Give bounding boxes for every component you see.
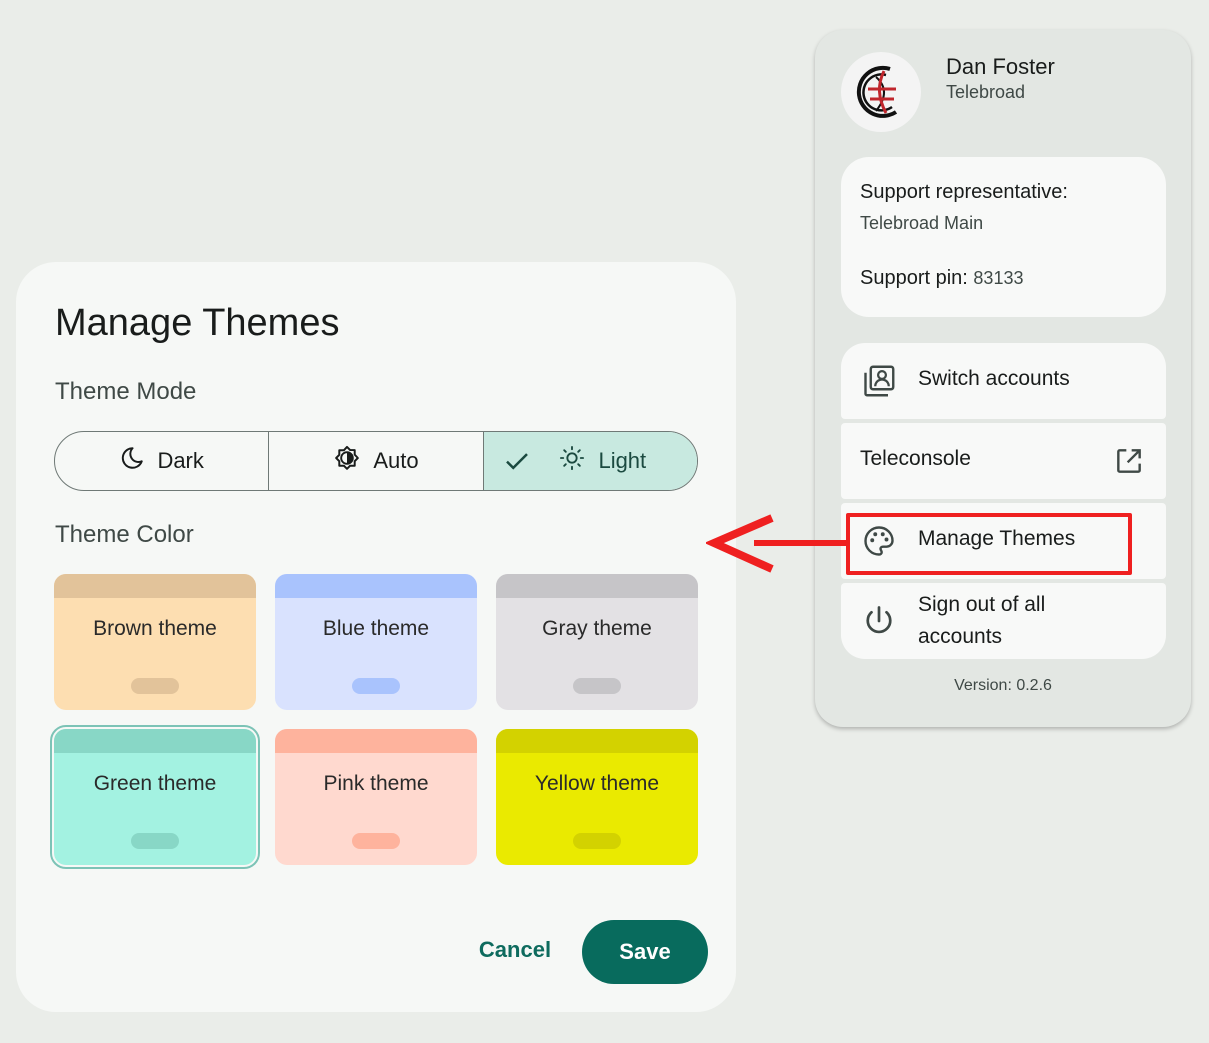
open-in-new-icon xyxy=(1113,445,1145,482)
menu-item-sign-out[interactable]: Sign out of all accounts xyxy=(841,583,1166,659)
cancel-button[interactable]: Cancel xyxy=(462,922,568,978)
theme-tile-blue[interactable]: Blue theme xyxy=(275,574,477,710)
tile-header-bar xyxy=(54,574,256,598)
menu-item-switch-accounts[interactable]: Switch accounts xyxy=(841,343,1166,419)
theme-color-label: Theme Color xyxy=(55,521,194,548)
moon-icon xyxy=(119,445,145,477)
switch-accounts-icon xyxy=(861,363,897,404)
mode-auto-label: Auto xyxy=(373,448,419,473)
support-pin-value: 83133 xyxy=(973,268,1024,288)
mode-light-button[interactable]: Light xyxy=(483,432,697,490)
version-text: Version: 0.2.6 xyxy=(954,677,1052,694)
tile-pill xyxy=(131,678,179,694)
menu-item-label: Sign out of all accounts xyxy=(918,593,1046,648)
mode-dark-label: Dark xyxy=(157,448,204,473)
tile-header-bar xyxy=(275,729,477,753)
save-button[interactable]: Save xyxy=(582,920,708,984)
account-menu: Dan Foster Telebroad Support representat… xyxy=(815,30,1191,727)
tile-pill xyxy=(573,678,621,694)
sun-icon xyxy=(558,444,586,478)
menu-item-label: Switch accounts xyxy=(918,367,1070,390)
tile-pill xyxy=(573,833,621,849)
tile-header-bar xyxy=(496,574,698,598)
theme-name: Yellow theme xyxy=(534,772,660,795)
theme-name: Green theme xyxy=(93,772,217,795)
mode-auto-button[interactable]: Auto xyxy=(269,432,484,490)
theme-tile-gray[interactable]: Gray theme xyxy=(496,574,698,710)
support-rep-label: Support representative: xyxy=(860,181,1068,203)
check-icon xyxy=(502,446,532,482)
theme-name: Blue theme xyxy=(322,617,430,640)
support-pin-row: Support pin: 83133 xyxy=(860,267,1023,290)
support-card: Support representative: Telebroad Main S… xyxy=(841,157,1166,317)
menu-item-label: Teleconsole xyxy=(860,447,971,470)
telebroad-logo-icon xyxy=(846,55,916,130)
user-org: Telebroad xyxy=(946,82,1026,102)
tile-header-bar xyxy=(54,729,256,753)
menu-item-teleconsole[interactable]: Teleconsole xyxy=(841,423,1166,499)
annotation-highlight-box xyxy=(846,513,1132,575)
tile-header-bar xyxy=(496,729,698,753)
brightness-auto-icon xyxy=(333,444,361,478)
theme-name: Gray theme xyxy=(542,617,652,640)
tile-header-bar xyxy=(275,574,477,598)
tile-pill xyxy=(131,833,179,849)
annotation-arrow-icon xyxy=(706,514,850,573)
dialog-title: Manage Themes xyxy=(55,302,340,344)
theme-name: Pink theme xyxy=(323,772,429,795)
theme-name: Brown theme xyxy=(93,617,217,640)
tile-pill xyxy=(352,833,400,849)
theme-tile-yellow[interactable]: Yellow theme xyxy=(496,729,698,865)
avatar[interactable] xyxy=(841,52,921,132)
tile-pill xyxy=(352,678,400,694)
power-icon xyxy=(861,603,897,644)
theme-tile-brown[interactable]: Brown theme xyxy=(54,574,256,710)
theme-tile-green[interactable]: Green theme xyxy=(50,725,260,869)
theme-mode-segmented-control: Dark Auto Light xyxy=(54,431,698,491)
theme-tile-pink[interactable]: Pink theme xyxy=(275,729,477,865)
support-pin-label: Support pin: xyxy=(860,267,968,289)
theme-mode-label: Theme Mode xyxy=(55,378,197,405)
support-rep-value: Telebroad Main xyxy=(860,213,984,233)
manage-themes-dialog: Manage Themes Theme Mode Dark Auto Light… xyxy=(16,262,736,1012)
user-name: Dan Foster xyxy=(946,54,1055,79)
mode-light-label: Light xyxy=(598,448,647,473)
mode-dark-button[interactable]: Dark xyxy=(55,432,270,490)
